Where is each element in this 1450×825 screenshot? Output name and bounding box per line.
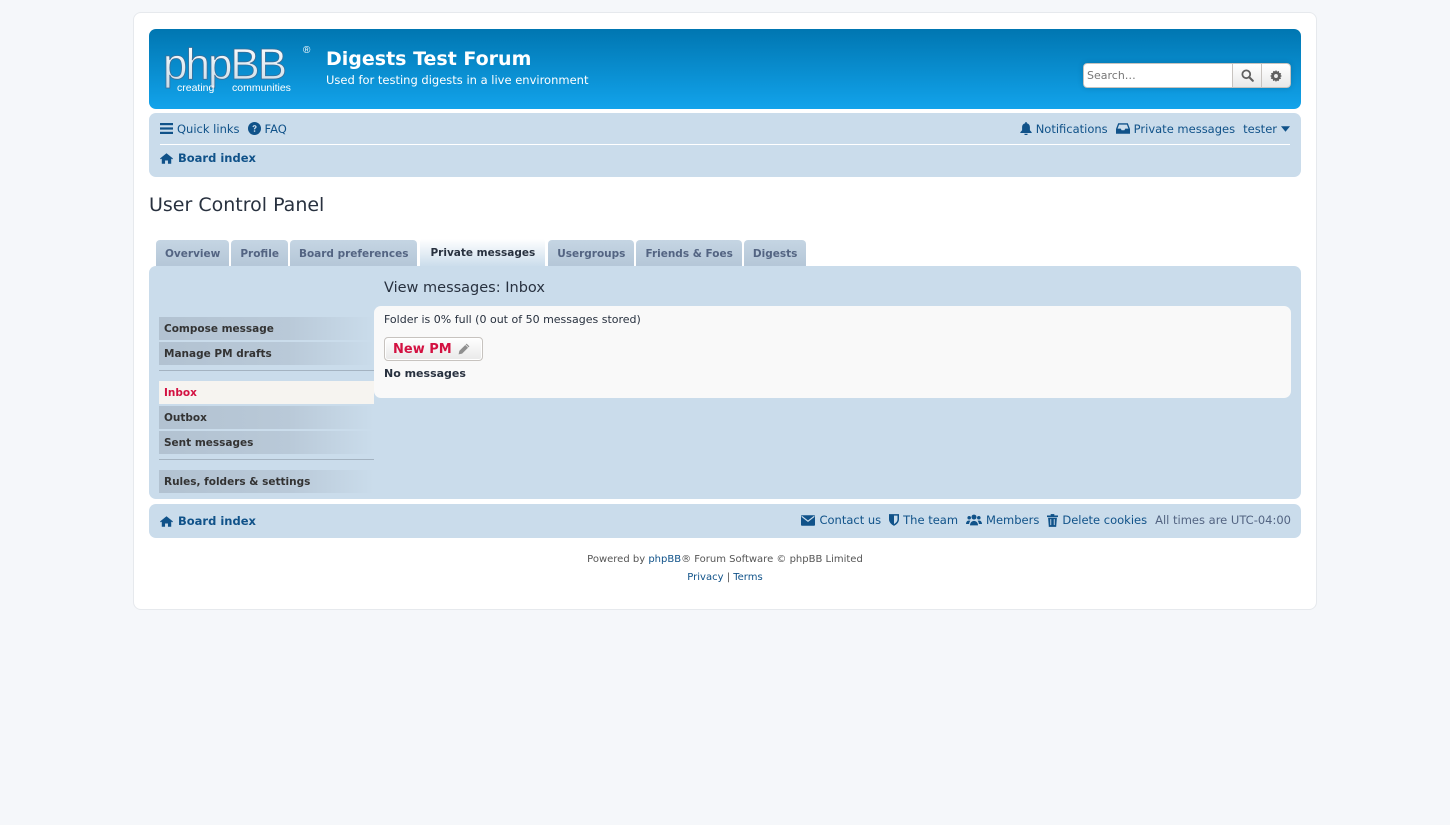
user-menu[interactable]: tester <box>1243 122 1290 136</box>
no-messages-text: No messages <box>384 367 466 380</box>
notifications-label: Notifications <box>1035 121 1108 136</box>
notifications-link[interactable]: Notifications <box>1020 122 1108 136</box>
pencil-icon <box>458 343 470 355</box>
tab-friends-foes[interactable]: Friends & Foes <box>636 240 742 267</box>
ucp-tabs: Overview Profile Board preferences Priva… <box>156 238 807 267</box>
side-item-inbox[interactable]: Inbox <box>159 381 374 404</box>
delete-cookies-link[interactable]: Delete cookies <box>1047 513 1147 527</box>
username: tester <box>1243 121 1277 136</box>
side-item-outbox[interactable]: Outbox <box>159 406 374 429</box>
footer-board-index-link[interactable]: Board index <box>160 514 256 528</box>
search-input[interactable] <box>1083 63 1233 88</box>
advanced-search-button[interactable] <box>1262 63 1291 88</box>
content-title: View messages: Inbox <box>384 280 545 296</box>
members-link[interactable]: Members <box>966 513 1039 527</box>
side-item-manage-pm-drafts[interactable]: Manage PM drafts <box>159 342 374 365</box>
page-wrapper: phpBB ® creating communities Digests Tes… <box>133 12 1317 610</box>
terms-link[interactable]: Terms <box>733 572 762 583</box>
header-bar: phpBB ® creating communities Digests Tes… <box>149 29 1301 109</box>
timezone-info: All times are UTC-04:00 <box>1155 513 1291 527</box>
contact-us-link[interactable]: Contact us <box>801 513 881 527</box>
trash-icon <box>1047 513 1059 527</box>
users-icon <box>966 514 983 526</box>
breadcrumb: Board index <box>160 151 256 165</box>
the-team-link[interactable]: The team <box>889 513 958 527</box>
svg-text:®: ® <box>303 45 311 56</box>
side-item-compose-message[interactable]: Compose message <box>159 317 374 340</box>
bars-icon <box>160 123 173 134</box>
legal-links: Privacy | Terms <box>134 569 1316 587</box>
side-menu-divider <box>159 459 374 460</box>
tab-usergroups[interactable]: Usergroups <box>548 240 635 267</box>
caret-down-icon <box>1281 125 1290 132</box>
side-menu: Compose message Manage PM drafts Inbox O… <box>159 317 374 495</box>
side-menu-divider <box>159 370 374 371</box>
powered-by-line: Powered by phpBB® Forum Software © phpBB… <box>134 551 1316 569</box>
side-item-sent-messages[interactable]: Sent messages <box>159 431 374 454</box>
shield-icon <box>889 514 900 526</box>
user-nav: Notifications Private messages tester <box>1012 122 1290 136</box>
footer-links: Contact us The team Members Delete cooki… <box>793 513 1291 527</box>
svg-text:creating: creating <box>177 82 215 94</box>
board-index-link[interactable]: Board index <box>160 151 256 165</box>
bell-icon <box>1020 122 1032 135</box>
tab-overview[interactable]: Overview <box>156 240 230 267</box>
side-item-rules-folders-settings[interactable]: Rules, folders & settings <box>159 470 374 493</box>
search-button[interactable] <box>1233 63 1262 88</box>
inbox-icon <box>1115 123 1130 134</box>
footer-navbar: Board index Contact us The team Members … <box>149 504 1301 538</box>
home-icon <box>160 152 173 164</box>
faq-link[interactable]: FAQ <box>247 121 287 136</box>
search-box <box>1083 63 1291 88</box>
quick-links-label: Quick links <box>177 121 240 136</box>
delete-cookies-label: Delete cookies <box>1062 513 1148 527</box>
private-messages-label: Private messages <box>1133 121 1236 136</box>
private-messages-link[interactable]: Private messages <box>1115 121 1236 136</box>
new-pm-label: New PM <box>393 341 452 357</box>
footer-board-index-label: Board index <box>178 514 256 528</box>
search-icon <box>1240 69 1254 82</box>
question-circle-icon <box>247 122 261 135</box>
navbar: Quick links FAQ Notifications Private me… <box>149 113 1301 177</box>
the-team-label: The team <box>903 513 959 527</box>
site-description: Used for testing digests in a live envir… <box>326 73 589 87</box>
legal-separator: | <box>723 572 734 583</box>
svg-text:communities: communities <box>232 82 291 94</box>
tab-digests[interactable]: Digests <box>743 240 807 267</box>
tab-board-preferences[interactable]: Board preferences <box>289 240 418 267</box>
phpbb-logo[interactable]: phpBB ® creating communities <box>163 40 313 97</box>
inbox-content: Folder is 0% full (0 out of 50 messages … <box>374 306 1291 398</box>
quick-links-menu[interactable]: Quick links <box>160 122 240 136</box>
board-index-label: Board index <box>178 151 256 165</box>
contact-us-label: Contact us <box>819 513 882 527</box>
privacy-link[interactable]: Privacy <box>687 572 723 583</box>
phpbb-link[interactable]: phpBB <box>648 554 681 565</box>
home-icon <box>160 515 173 527</box>
ucp-panel: Compose message Manage PM drafts Inbox O… <box>149 266 1301 499</box>
tab-profile[interactable]: Profile <box>231 240 288 267</box>
site-title[interactable]: Digests Test Forum <box>326 48 531 70</box>
powered-by-prefix: Powered by <box>587 554 649 565</box>
members-label: Members <box>986 513 1040 527</box>
new-pm-button[interactable]: New PM <box>384 337 483 361</box>
envelope-icon <box>801 514 816 526</box>
faq-label: FAQ <box>264 121 287 136</box>
navbar-top-row: Quick links FAQ Notifications Private me… <box>160 113 1290 145</box>
powered-by-suffix: ® Forum Software © phpBB Limited <box>681 554 863 565</box>
copyright: Powered by phpBB® Forum Software © phpBB… <box>134 551 1316 587</box>
page-title: User Control Panel <box>149 194 325 216</box>
folder-status: Folder is 0% full (0 out of 50 messages … <box>384 313 641 326</box>
tab-private-messages[interactable]: Private messages <box>419 238 547 267</box>
gear-icon <box>1270 69 1282 82</box>
